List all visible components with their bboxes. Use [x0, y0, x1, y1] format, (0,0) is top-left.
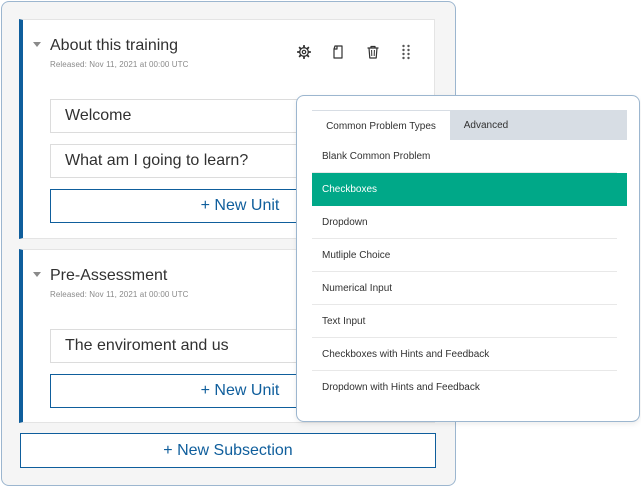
- tab-common-problem-types[interactable]: Common Problem Types: [312, 110, 450, 140]
- caret-down-icon[interactable]: [33, 42, 41, 47]
- trash-icon[interactable]: [364, 43, 382, 61]
- subsection-release-date: Released: Nov 11, 2021 at 00:00 UTC: [50, 290, 189, 299]
- problem-type-checkboxes[interactable]: Checkboxes: [312, 173, 627, 206]
- problem-type-blank-common-problem[interactable]: Blank Common Problem: [312, 140, 617, 173]
- tab-advanced[interactable]: Advanced: [450, 110, 522, 140]
- problem-type-multiple-choice[interactable]: Mutliple Choice: [312, 239, 617, 272]
- new-subsection-button[interactable]: + New Subsection: [20, 433, 436, 468]
- subsection-title: About this training: [50, 37, 179, 54]
- problem-type-picker: Common Problem Types Advanced Blank Comm…: [296, 95, 640, 422]
- problem-type-numerical-input[interactable]: Numerical Input: [312, 272, 617, 305]
- caret-down-icon[interactable]: [33, 272, 41, 277]
- problem-type-dropdown-hints-feedback[interactable]: Dropdown with Hints and Feedback: [312, 371, 617, 404]
- problem-type-checkboxes-hints-feedback[interactable]: Checkboxes with Hints and Feedback: [312, 338, 617, 371]
- problem-type-text-input[interactable]: Text Input: [312, 305, 617, 338]
- subsection-release-date: Released: Nov 11, 2021 at 00:00 UTC: [50, 60, 189, 69]
- problem-type-dropdown[interactable]: Dropdown: [312, 206, 617, 239]
- problem-type-tabs: Common Problem Types Advanced: [312, 110, 627, 140]
- subsection-title: Pre-Assessment: [50, 267, 168, 284]
- gear-icon[interactable]: [295, 43, 313, 61]
- drag-handle-icon[interactable]: [397, 43, 415, 61]
- document-icon[interactable]: [329, 43, 347, 61]
